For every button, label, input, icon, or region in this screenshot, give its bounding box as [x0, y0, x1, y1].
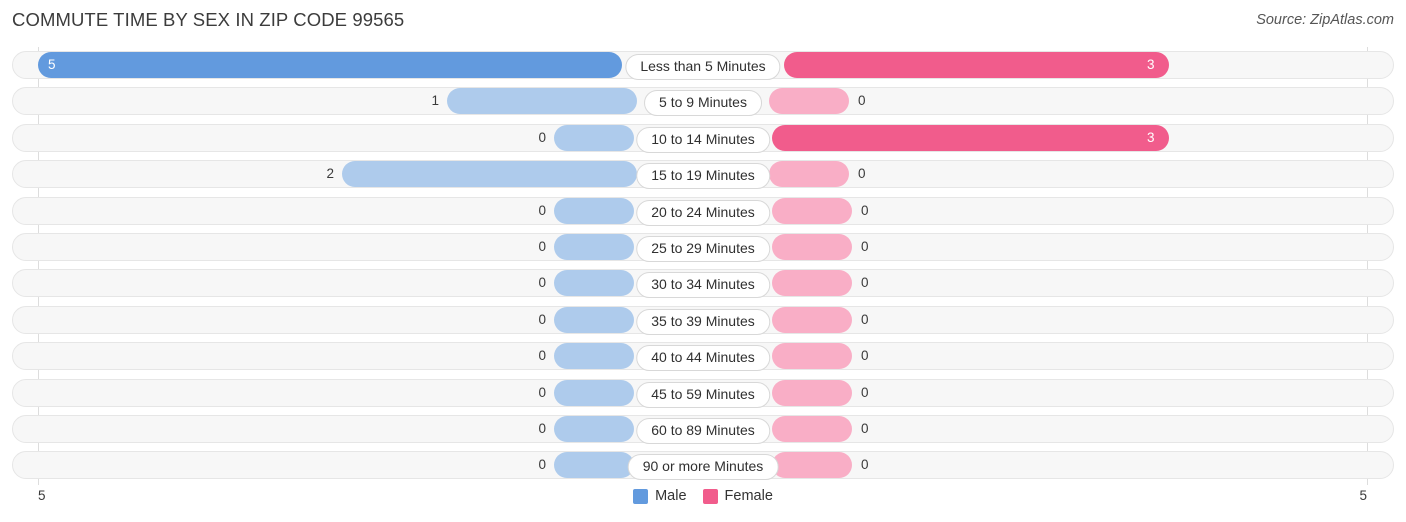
- bar-male[interactable]: [554, 233, 634, 260]
- bar-female[interactable]: [772, 343, 852, 370]
- plot-area: 5 3 Less than 5 Minutes 1 0 5 to 9 Minutes 0 3 1…: [0, 47, 1406, 485]
- bar-male[interactable]: [554, 124, 634, 151]
- row-bars: 5 3 Less than 5 Minutes: [0, 52, 1406, 80]
- category-label: 5 to 9 Minutes: [644, 90, 762, 117]
- bar-value-male: 0: [538, 348, 546, 364]
- chart-row: 0 0 40 to 44 Minutes: [0, 338, 1406, 374]
- chart-row: 0 0 45 to 59 Minutes: [0, 375, 1406, 411]
- bar-value-female: 0: [858, 166, 866, 182]
- chart-row: 0 3 10 to 14 Minutes: [0, 120, 1406, 156]
- bar-male[interactable]: [554, 306, 634, 333]
- bar-female[interactable]: [772, 379, 852, 406]
- commute-time-chart: COMMUTE TIME BY SEX IN ZIP CODE 99565 So…: [0, 0, 1406, 522]
- bar-male[interactable]: [554, 270, 634, 297]
- row-bars: 0 3 10 to 14 Minutes: [0, 124, 1406, 153]
- rows-container: 5 3 Less than 5 Minutes 1 0 5 to 9 Minutes 0 3 1…: [0, 47, 1406, 484]
- bar-male[interactable]: [342, 161, 637, 188]
- bar-value-female: 0: [861, 275, 869, 291]
- bar-female[interactable]: [784, 52, 1169, 78]
- bar-female[interactable]: [772, 233, 852, 260]
- row-bars: 0 0 30 to 34 Minutes: [0, 270, 1406, 299]
- bar-value-male: 0: [538, 129, 546, 145]
- bar-value-female: 0: [858, 93, 866, 109]
- bar-value-male: 0: [538, 275, 546, 291]
- bar-female[interactable]: [772, 270, 852, 297]
- legend-swatch-male-icon: [633, 488, 649, 504]
- bar-value-male: 0: [538, 202, 546, 218]
- legend-label-male: Male: [655, 488, 687, 504]
- chart-row: 0 0 30 to 34 Minutes: [0, 265, 1406, 301]
- row-bars: 0 0 35 to 39 Minutes: [0, 306, 1406, 335]
- bar-value-female: 0: [861, 457, 869, 473]
- category-label: 45 to 59 Minutes: [636, 381, 770, 408]
- bar-value-male: 0: [538, 384, 546, 400]
- chart-row: 5 3 Less than 5 Minutes: [0, 47, 1406, 83]
- category-label: 15 to 19 Minutes: [636, 163, 770, 190]
- bar-value-female: 3: [1147, 57, 1155, 72]
- legend-label-female: Female: [724, 488, 773, 504]
- category-label: 20 to 24 Minutes: [636, 199, 770, 226]
- chart-row: 0 0 20 to 24 Minutes: [0, 193, 1406, 229]
- bar-value-male: 0: [538, 311, 546, 327]
- category-label: Less than 5 Minutes: [625, 54, 781, 80]
- chart-footer: 5 5 Male Female: [0, 485, 1406, 522]
- bar-value-male: 0: [538, 457, 546, 473]
- category-label: 30 to 34 Minutes: [636, 272, 770, 299]
- bar-female[interactable]: [772, 197, 852, 224]
- chart-row: 0 0 35 to 39 Minutes: [0, 302, 1406, 338]
- chart-row: 2 0 15 to 19 Minutes: [0, 156, 1406, 192]
- bar-value-male: 2: [326, 166, 334, 182]
- bar-male[interactable]: [554, 197, 634, 224]
- row-bars: 2 0 15 to 19 Minutes: [0, 161, 1406, 190]
- bar-value-male: 0: [538, 238, 546, 254]
- bar-female[interactable]: [769, 88, 849, 115]
- bar-female[interactable]: [772, 306, 852, 333]
- chart-row: 1 0 5 to 9 Minutes: [0, 83, 1406, 119]
- source-attribution: Source: ZipAtlas.com: [1256, 12, 1394, 28]
- legend-swatch-female-icon: [702, 488, 718, 504]
- bar-value-female: 0: [861, 420, 869, 436]
- category-label: 40 to 44 Minutes: [636, 345, 770, 372]
- page-title: COMMUTE TIME BY SEX IN ZIP CODE 99565: [12, 9, 405, 30]
- bar-value-female: 0: [861, 311, 869, 327]
- chart-row: 0 0 90 or more Minutes: [0, 447, 1406, 483]
- row-bars: 0 0 20 to 24 Minutes: [0, 197, 1406, 226]
- bar-female[interactable]: [772, 415, 852, 442]
- legend-item-male[interactable]: Male: [633, 488, 687, 504]
- bar-male[interactable]: [447, 88, 637, 115]
- bar-value-female: 0: [861, 348, 869, 364]
- category-label: 60 to 89 Minutes: [636, 417, 770, 444]
- category-label: 90 or more Minutes: [627, 454, 779, 481]
- bar-male[interactable]: [554, 452, 634, 479]
- chart-row: 0 0 60 to 89 Minutes: [0, 411, 1406, 447]
- bar-value-female: 3: [1147, 129, 1155, 145]
- row-bars: 0 0 90 or more Minutes: [0, 452, 1406, 481]
- bar-value-female: 0: [861, 384, 869, 400]
- bar-male[interactable]: [554, 415, 634, 442]
- chart-legend: Male Female: [0, 488, 1406, 504]
- category-label: 35 to 39 Minutes: [636, 308, 770, 335]
- bar-male[interactable]: [554, 379, 634, 406]
- legend-item-female[interactable]: Female: [702, 488, 773, 504]
- row-bars: 0 0 25 to 29 Minutes: [0, 233, 1406, 262]
- bar-value-male: 0: [538, 420, 546, 436]
- bar-male[interactable]: [38, 52, 622, 78]
- bar-value-male: 5: [48, 57, 56, 72]
- bar-female[interactable]: [772, 124, 1169, 151]
- row-bars: 0 0 40 to 44 Minutes: [0, 343, 1406, 372]
- bar-value-female: 0: [861, 238, 869, 254]
- row-bars: 1 0 5 to 9 Minutes: [0, 88, 1406, 117]
- row-bars: 0 0 60 to 89 Minutes: [0, 415, 1406, 444]
- row-bars: 0 0 45 to 59 Minutes: [0, 379, 1406, 408]
- bar-female[interactable]: [769, 161, 849, 188]
- bar-value-female: 0: [861, 202, 869, 218]
- bar-male[interactable]: [554, 343, 634, 370]
- category-label: 10 to 14 Minutes: [636, 126, 770, 153]
- category-label: 25 to 29 Minutes: [636, 235, 770, 262]
- bar-value-male: 1: [431, 93, 439, 109]
- bar-female[interactable]: [772, 452, 852, 479]
- chart-row: 0 0 25 to 29 Minutes: [0, 229, 1406, 265]
